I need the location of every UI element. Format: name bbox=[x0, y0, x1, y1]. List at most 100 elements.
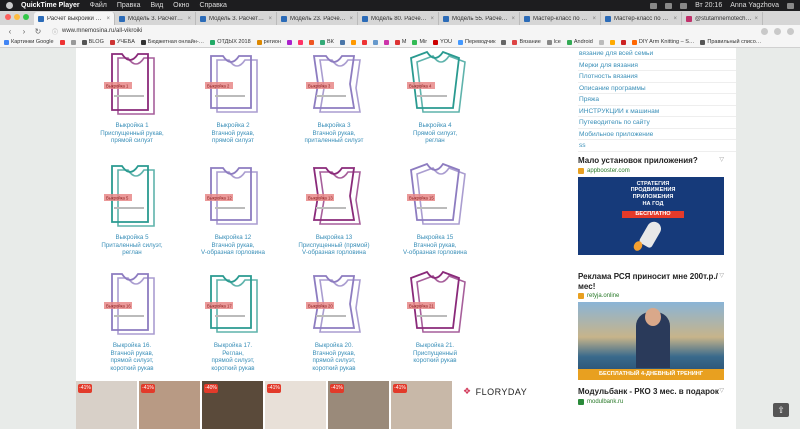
pattern-drawing[interactable]: Выкройка 5 bbox=[100, 160, 164, 232]
bookmark[interactable]: Переводчик bbox=[458, 39, 495, 45]
tab-close-icon[interactable]: × bbox=[430, 16, 434, 22]
menu-view[interactable]: Вид bbox=[151, 2, 164, 9]
product-image[interactable]: -41% bbox=[328, 381, 389, 429]
browser-tab[interactable]: Модель 23. Расчет выкро…× bbox=[277, 12, 358, 25]
pattern-drawing[interactable]: Выкройка 21 bbox=[403, 268, 467, 340]
tab-close-icon[interactable]: × bbox=[511, 16, 515, 22]
pattern-card[interactable]: Выкройка 21 Выкройка 21. Приспущенный кор… bbox=[389, 268, 481, 365]
bookmark[interactable]: Картинки Google bbox=[4, 39, 54, 45]
ad-appbooster[interactable]: ▽ Мало установок приложения? appbooster.… bbox=[578, 156, 724, 255]
tab-close-icon[interactable]: × bbox=[592, 16, 596, 22]
bookmark[interactable] bbox=[361, 39, 367, 45]
sidebar-link[interactable]: ИНСТРУКЦИИ к машинам bbox=[578, 106, 736, 117]
pattern-drawing[interactable]: Выкройка 2 bbox=[201, 48, 265, 120]
pattern-caption[interactable]: Выкройка 5 Приталенный силуэт, реглан bbox=[86, 234, 178, 257]
pattern-caption[interactable]: Выкройка 4 Прямой силуэт, реглан bbox=[389, 122, 481, 145]
bookmark[interactable] bbox=[383, 39, 389, 45]
extension-icon[interactable] bbox=[774, 27, 781, 35]
bookmark[interactable] bbox=[350, 39, 356, 45]
bookmark[interactable] bbox=[59, 39, 65, 45]
browser-tab[interactable]: @stutamnemotechna • Фото…× bbox=[682, 12, 763, 25]
menu-help[interactable]: Справка bbox=[199, 2, 226, 9]
pattern-drawing[interactable]: Выкройка 13 bbox=[302, 160, 366, 232]
floryday-logo[interactable]: ❖ FLORYDAY bbox=[463, 386, 527, 397]
bookmark[interactable] bbox=[609, 39, 615, 45]
star-icon[interactable] bbox=[761, 27, 768, 35]
ad-info-icon[interactable]: ▽ bbox=[719, 272, 724, 279]
menu-edit[interactable]: Правка bbox=[117, 2, 141, 9]
ad-banner[interactable]: СТРАТЕГИЯ ПРОДВИЖЕНИЯ ПРИЛОЖЕНИЯ НА ГОД … bbox=[578, 176, 724, 255]
back-icon[interactable]: ‹ bbox=[6, 27, 14, 36]
tab-close-icon[interactable]: × bbox=[754, 16, 758, 22]
pattern-card[interactable]: Выкройка 4 Выкройка 4 Прямой силуэт, регл… bbox=[389, 48, 481, 145]
pattern-card[interactable]: Выкройка 16 Выкройка 16. Втачной рукав, п… bbox=[86, 268, 178, 372]
sidebar-link[interactable]: Плотность вязания bbox=[578, 71, 736, 83]
battery-icon[interactable] bbox=[680, 2, 688, 9]
browser-tab[interactable]: Расчет выкройки вязани…× bbox=[34, 12, 115, 25]
pattern-card[interactable]: Выкройка 1 Выкройка 1 Приспущенный рукав,… bbox=[86, 48, 178, 145]
ad-modulbank[interactable]: ▽ Модульбанк - РКО 3 мес. в подарок modu… bbox=[578, 387, 724, 405]
sidebar-link[interactable]: Пряжа bbox=[578, 94, 736, 106]
bookmark[interactable] bbox=[286, 39, 292, 45]
search-icon[interactable] bbox=[787, 2, 794, 9]
pattern-card[interactable]: Выкройка 13 Выкройка 13 Приспущенный (пря… bbox=[288, 160, 380, 257]
sidebar-link[interactable]: Описание программы bbox=[578, 83, 736, 94]
tab-close-icon[interactable]: × bbox=[187, 16, 191, 22]
pattern-drawing[interactable]: Выкройка 15 bbox=[403, 160, 467, 232]
reload-icon[interactable]: ↻ bbox=[34, 27, 42, 36]
bookmark[interactable] bbox=[501, 39, 507, 45]
bookmark[interactable] bbox=[598, 39, 604, 45]
product-image[interactable]: -41% bbox=[265, 381, 326, 429]
product-image[interactable]: -41% bbox=[391, 381, 452, 429]
pattern-caption[interactable]: Выкройка 1 Приспущенный рукав, прямой си… bbox=[86, 122, 178, 145]
sidebar-link[interactable]: ss bbox=[578, 140, 736, 152]
ad-title[interactable]: Реклама РСЯ приносит мне 200т.р./мес! bbox=[578, 272, 724, 291]
bookmark[interactable]: Mir bbox=[412, 39, 427, 45]
pattern-card[interactable]: Выкройка 15 Выкройка 15 Втачной рукав, V-… bbox=[389, 160, 481, 257]
pattern-drawing[interactable]: Выкройка 17 bbox=[201, 268, 265, 340]
pattern-caption[interactable]: Выкройка 13 Приспущенный (прямой) V-обра… bbox=[288, 234, 380, 257]
tab-close-icon[interactable]: × bbox=[673, 16, 677, 22]
wifi-icon[interactable] bbox=[665, 2, 673, 9]
pattern-drawing[interactable]: Выкройка 20 bbox=[302, 268, 366, 340]
sidebar-link[interactable]: Путеводитель по сайту bbox=[578, 117, 736, 129]
pattern-card[interactable]: Выкройка 5 Выкройка 5 Приталенный силуэт,… bbox=[86, 160, 178, 257]
address-bar[interactable]: ⓘ www.mnemosina.ru/all-vikroiki bbox=[48, 27, 755, 36]
sidebar-link[interactable]: Мерки для вязания bbox=[578, 60, 736, 71]
bookmark[interactable]: Вязание bbox=[512, 39, 541, 45]
apple-icon[interactable] bbox=[6, 2, 13, 9]
ad-source[interactable]: appbooster.com bbox=[578, 167, 724, 174]
pattern-card[interactable]: Выкройка 12 Выкройка 12 Втачной рукав, V-… bbox=[187, 160, 279, 257]
product-image[interactable]: -41% bbox=[139, 381, 200, 429]
clock[interactable]: Вт 20:16 bbox=[695, 2, 722, 9]
product-image[interactable]: -41% bbox=[76, 381, 137, 429]
bookmark[interactable]: ОТДЫХ 2018 bbox=[210, 39, 251, 45]
menu-file[interactable]: Файл bbox=[90, 2, 107, 9]
pattern-card[interactable]: Выкройка 3 Выкройка 3 Втачной рукав, прит… bbox=[288, 48, 380, 145]
browser-tab[interactable]: Модель 3. Расчет выкройк…× bbox=[196, 12, 277, 25]
pattern-caption[interactable]: Выкройка 12 Втачной рукав, V-образная го… bbox=[187, 234, 279, 257]
tab-close-icon[interactable]: × bbox=[106, 16, 110, 22]
user-name[interactable]: Anna Yagzhova bbox=[730, 2, 779, 9]
ad-info-icon[interactable]: ▽ bbox=[719, 156, 724, 163]
sidebar-link[interactable]: вязание для всей семьи bbox=[578, 48, 736, 60]
ad-banner[interactable]: БЕСПЛАТНЫЙ 4-ДНЕВНЫЙ ТРЕНИНГ bbox=[578, 302, 724, 380]
pattern-caption[interactable]: Выкройка 20. Втачной рукав, прямой силуэ… bbox=[288, 342, 380, 372]
bookmark[interactable] bbox=[308, 39, 314, 45]
bookmark[interactable]: Правильный списо… bbox=[700, 39, 761, 45]
product-image[interactable]: -40% bbox=[202, 381, 263, 429]
pattern-drawing[interactable]: Выкройка 3 bbox=[302, 48, 366, 120]
bookmark[interactable]: DIY Arm Knitting – S… bbox=[631, 39, 694, 45]
bookmark[interactable]: Бюджетная онлайн-… bbox=[140, 39, 204, 45]
maximize-window-icon[interactable] bbox=[23, 14, 29, 20]
tab-close-icon[interactable]: × bbox=[268, 16, 272, 22]
pattern-card[interactable]: Выкройка 17 Выкройка 17. Реглан, прямой с… bbox=[187, 268, 279, 372]
ad-retyja[interactable]: ▽ Реклама РСЯ приносит мне 200т.р./мес! … bbox=[578, 272, 724, 380]
bookmark[interactable] bbox=[620, 39, 626, 45]
forward-icon[interactable]: › bbox=[20, 27, 28, 36]
pattern-caption[interactable]: Выкройка 17. Реглан, прямой силуэт, коро… bbox=[187, 342, 279, 372]
bookmark[interactable] bbox=[297, 39, 303, 45]
bookmark[interactable] bbox=[70, 39, 76, 45]
pattern-caption[interactable]: Выкройка 15 Втачной рукав, V-образная го… bbox=[389, 234, 481, 257]
browser-tab[interactable]: Модель 80. Расчет выкро…× bbox=[358, 12, 439, 25]
